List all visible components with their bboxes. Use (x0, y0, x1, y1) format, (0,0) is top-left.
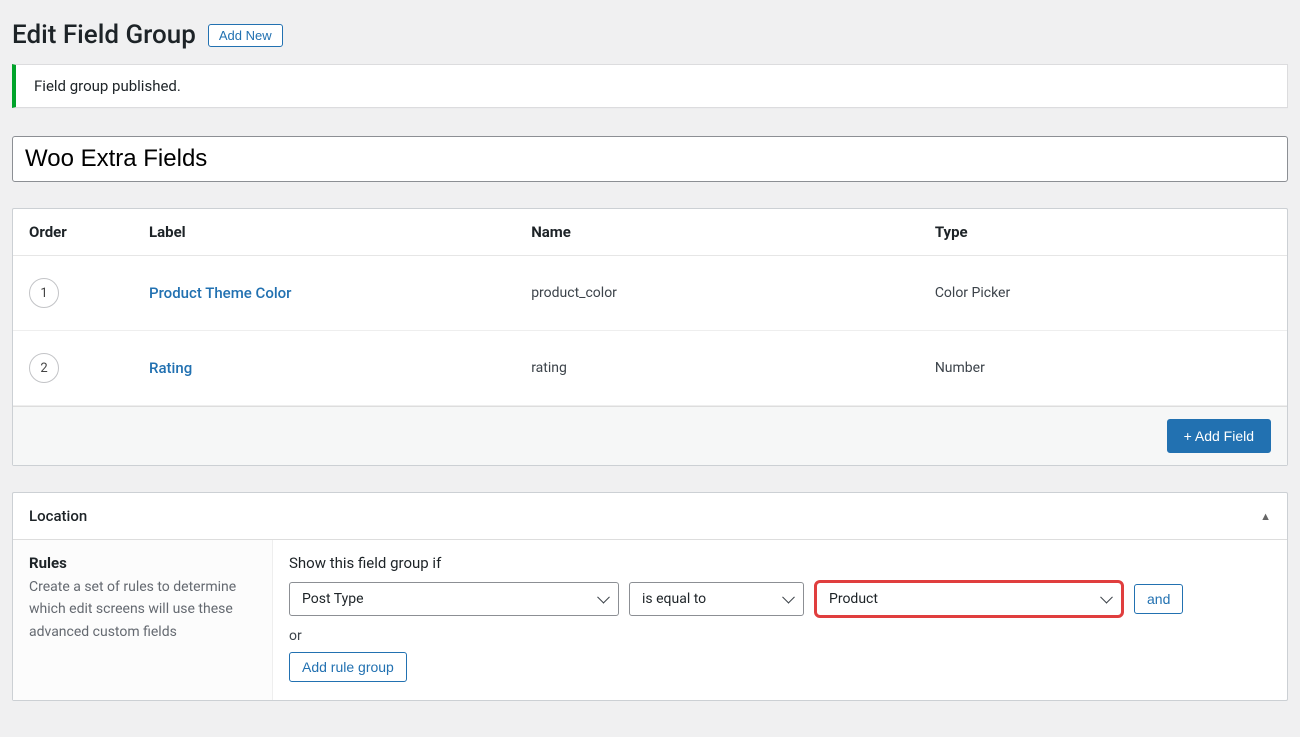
field-label-link[interactable]: Rating (149, 359, 192, 377)
col-name: Name (515, 209, 919, 256)
rules-caption: Show this field group if (289, 554, 1271, 572)
add-field-button[interactable]: + Add Field (1167, 419, 1271, 453)
panel-toggle-icon[interactable]: ▲ (1260, 510, 1271, 523)
location-sidebar: Rules Create a set of rules to determine… (13, 540, 273, 700)
location-rules: Show this field group if Post Type is eq… (273, 540, 1287, 700)
table-row[interactable]: 1 Product Theme Color product_color Colo… (13, 256, 1287, 331)
page-header: Edit Field Group Add New (12, 12, 1288, 64)
order-badge[interactable]: 1 (29, 278, 59, 308)
field-type: Color Picker (935, 285, 1010, 301)
col-label: Label (133, 209, 515, 256)
order-badge[interactable]: 2 (29, 353, 59, 383)
col-order: Order (13, 209, 133, 256)
fields-panel: Order Label Name Type 1 Product Theme Co… (12, 208, 1288, 466)
col-type: Type (919, 209, 1287, 256)
add-new-button[interactable]: Add New (208, 24, 283, 47)
table-row[interactable]: 2 Rating rating Number (13, 331, 1287, 406)
field-name: rating (531, 360, 567, 376)
notice-published: Field group published. (12, 64, 1288, 108)
rule-value-select[interactable]: Product (814, 580, 1124, 618)
rule-param-select[interactable]: Post Type (289, 582, 619, 616)
rules-desc: Create a set of rules to determine which… (29, 576, 256, 643)
group-title-input[interactable] (12, 136, 1288, 182)
fields-footer: + Add Field (13, 406, 1287, 465)
page-title: Edit Field Group (12, 20, 196, 50)
rule-operator-select[interactable]: is equal to (629, 582, 804, 616)
notice-text: Field group published. (34, 77, 181, 95)
rule-row: Post Type is equal to Product and (289, 580, 1271, 618)
location-body: Rules Create a set of rules to determine… (13, 540, 1287, 700)
add-rule-group-button[interactable]: Add rule group (289, 652, 407, 682)
rule-or-text: or (289, 628, 1271, 644)
location-header: Location ▲ (13, 493, 1287, 540)
field-type: Number (935, 360, 985, 376)
rule-and-button[interactable]: and (1134, 584, 1183, 614)
location-panel: Location ▲ Rules Create a set of rules t… (12, 492, 1288, 701)
location-title: Location (29, 507, 87, 525)
rules-title: Rules (29, 554, 256, 572)
field-name: product_color (531, 285, 617, 301)
fields-table: Order Label Name Type 1 Product Theme Co… (13, 209, 1287, 406)
field-label-link[interactable]: Product Theme Color (149, 284, 291, 302)
